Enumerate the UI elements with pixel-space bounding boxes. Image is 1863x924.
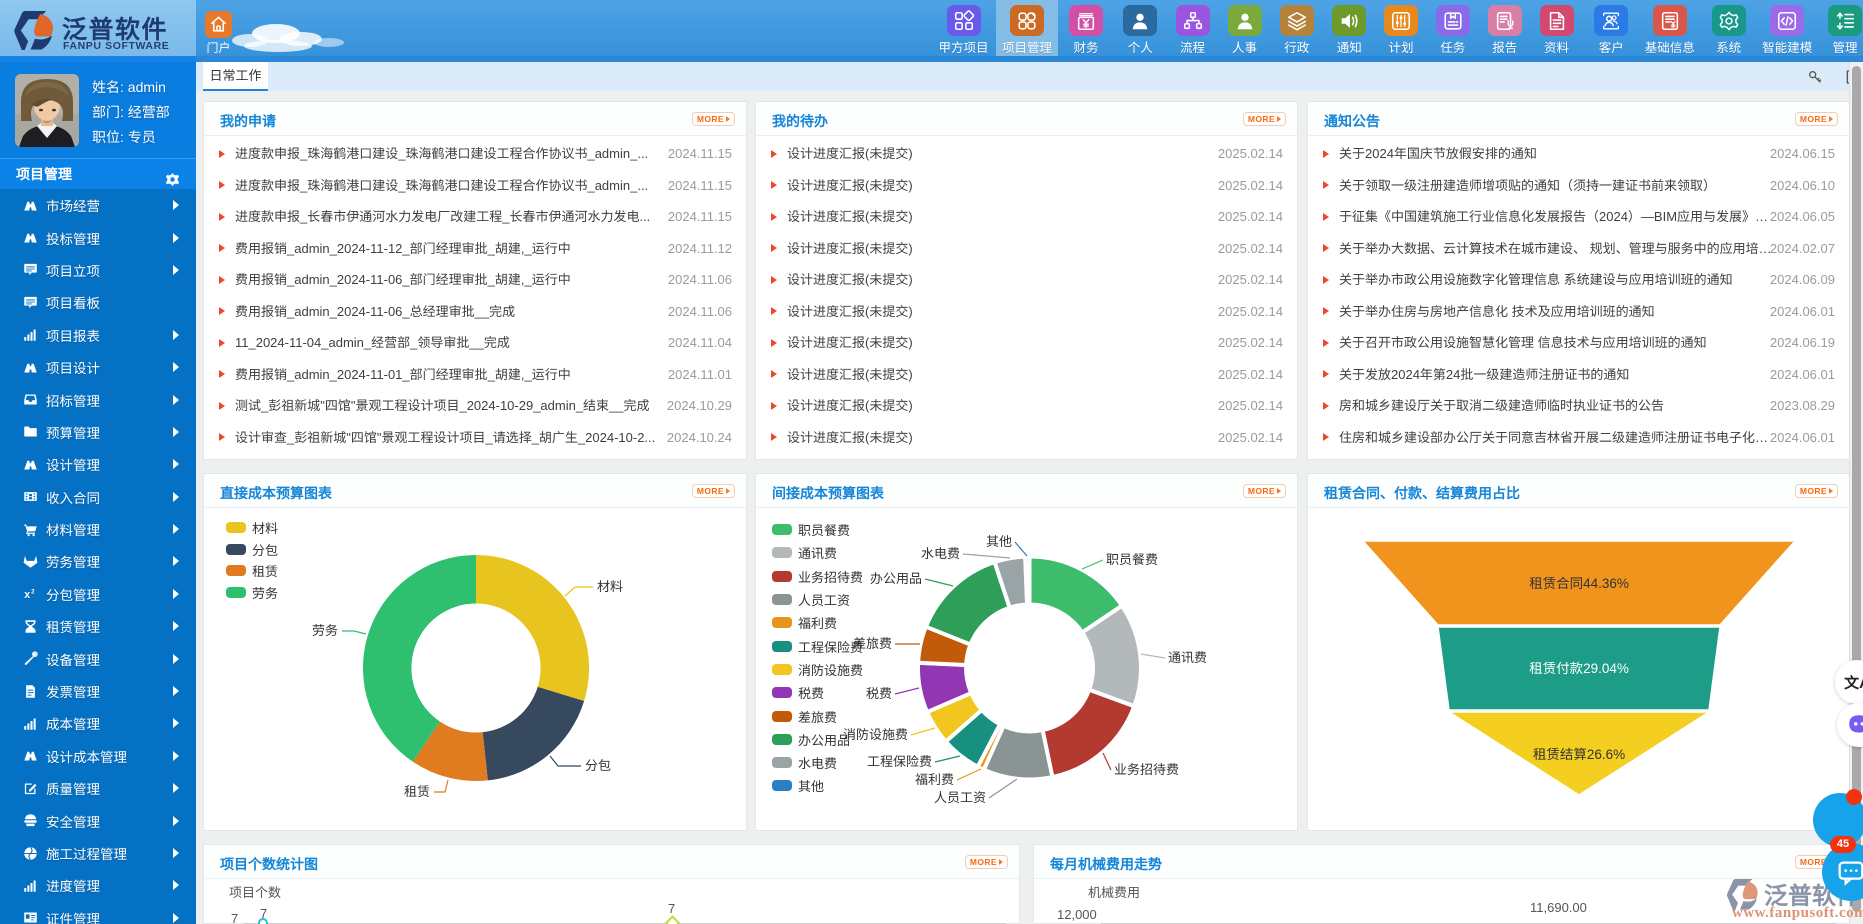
svg-text:工程保险费: 工程保险费: [867, 754, 932, 769]
svg-text:项目个数: 项目个数: [229, 885, 281, 900]
svg-text:税费: 税费: [866, 686, 892, 701]
svg-text:材料: 材料: [597, 579, 623, 594]
svg-text:租赁: 租赁: [404, 784, 430, 799]
svg-text:人员工资: 人员工资: [934, 790, 986, 805]
svg-text:12,000: 12,000: [1057, 907, 1097, 922]
svg-text:业务招待费: 业务招待费: [1114, 762, 1179, 777]
svg-text:福利费: 福利费: [915, 772, 954, 787]
svg-text:劳务: 劳务: [312, 623, 338, 638]
svg-text:2: 2: [31, 589, 35, 596]
svg-text:办公用品: 办公用品: [870, 571, 922, 586]
svg-text:水电费: 水电费: [921, 546, 960, 561]
svg-text:机械费用: 机械费用: [1088, 885, 1140, 900]
svg-text:租赁结算26.6%: 租赁结算26.6%: [1533, 747, 1625, 762]
svg-text:职员餐费: 职员餐费: [1106, 552, 1158, 567]
svg-text:x: x: [24, 589, 30, 601]
svg-text:11,690.00: 11,690.00: [1530, 900, 1587, 915]
svg-text:租赁付款29.04%: 租赁付款29.04%: [1529, 661, 1629, 676]
svg-text:通讯费: 通讯费: [1168, 650, 1207, 665]
svg-text:分包: 分包: [585, 758, 611, 773]
svg-text:租赁合同44.36%: 租赁合同44.36%: [1529, 576, 1629, 591]
svg-text:7: 7: [231, 911, 238, 924]
svg-text:其他: 其他: [986, 534, 1012, 549]
svg-text:7: 7: [668, 901, 675, 916]
